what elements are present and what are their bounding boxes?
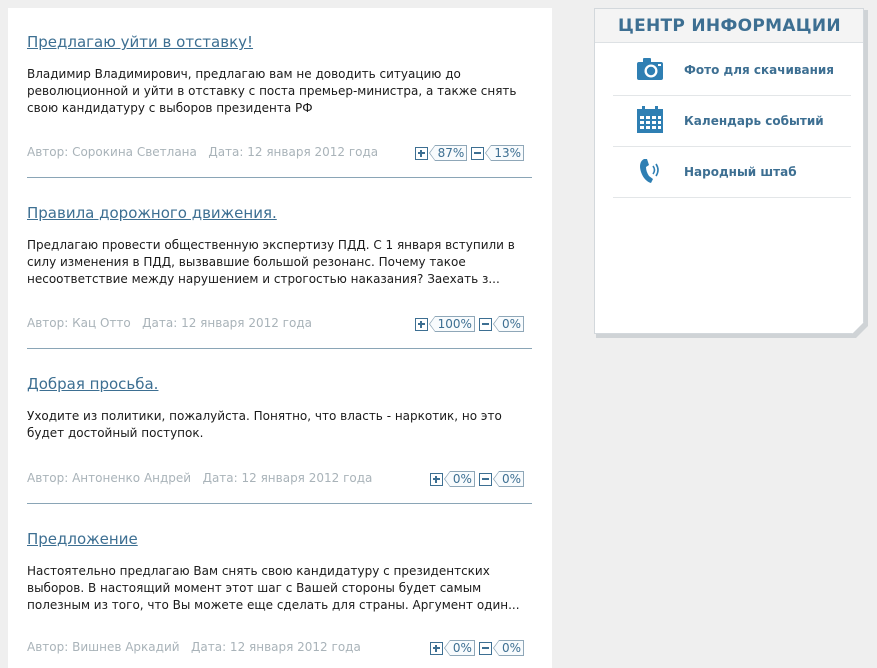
- vote-plus-button[interactable]: [414, 317, 428, 331]
- info-center-box: ЦЕНТР ИНФОРМАЦИИ Фото для скачивания Кал…: [594, 8, 864, 334]
- vote-plus-button[interactable]: [429, 472, 443, 486]
- post-date: Дата: 12 января 2012 года: [202, 471, 373, 485]
- vote-widget: 0% 0%: [429, 640, 528, 656]
- vote-minus-button[interactable]: [471, 146, 485, 160]
- info-item-label: Фото для скачивания: [684, 63, 834, 77]
- info-item-label: Календарь событий: [684, 114, 824, 128]
- info-center-panel: ЦЕНТР ИНФОРМАЦИИ Фото для скачивания Кал…: [594, 8, 866, 336]
- post-date: Дата: 12 января 2012 года: [191, 640, 361, 654]
- vote-minus-button[interactable]: [478, 641, 492, 655]
- post-meta: Автор: Сорокина Светлана Дата: 12 января…: [27, 145, 378, 159]
- vote-minus-button[interactable]: [478, 317, 492, 331]
- vote-plus-percent: 87%: [428, 145, 468, 161]
- proposals-feed: Предлагаю уйти в отставку! Владимир Влад…: [8, 8, 552, 668]
- post-date: Дата: 12 января 2012 года: [142, 316, 312, 330]
- post-author: Автор: Кац Отто: [27, 316, 131, 330]
- info-item-calendar[interactable]: Календарь событий: [613, 96, 851, 147]
- post-text: Настоятельно предлагаю Вам снять свою ка…: [27, 564, 520, 612]
- post-item: Добрая просьба. Уходите из политики, пож…: [27, 374, 532, 499]
- vote-plus-percent: 0%: [443, 640, 475, 656]
- post-title-link[interactable]: Правила дорожного движения.: [27, 204, 277, 222]
- post-author: Автор: Сорокина Светлана: [27, 145, 197, 159]
- phone-icon: [635, 156, 665, 186]
- post-item: Предлагаю уйти в отставку! Владимир Влад…: [27, 32, 532, 172]
- vote-plus-percent: 0%: [443, 471, 475, 487]
- post-meta: Автор: Вишнев Аркадий Дата: 12 января 20…: [27, 640, 361, 654]
- vote-plus-button[interactable]: [414, 146, 428, 160]
- vote-minus-percent: 0%: [492, 471, 524, 487]
- post-item: Предложение Настоятельно предлагаю Вам с…: [27, 529, 532, 668]
- camera-icon: [635, 54, 665, 84]
- post-meta: Автор: Антоненко Андрей Дата: 12 января …: [27, 471, 372, 485]
- post-meta: Автор: Кац Отто Дата: 12 января 2012 год…: [27, 316, 312, 330]
- info-item-label: Народный штаб: [684, 165, 797, 179]
- info-item-headquarters[interactable]: Народный штаб: [613, 147, 851, 198]
- vote-minus-percent: 13%: [485, 145, 524, 161]
- post-divider: [27, 348, 532, 349]
- vote-widget: 0% 0%: [429, 471, 528, 487]
- vote-widget: 100% 0%: [414, 316, 528, 332]
- post-title-link[interactable]: Предложение: [27, 530, 138, 548]
- post-item: Правила дорожного движения. Предлагаю пр…: [27, 203, 532, 343]
- vote-plus-button[interactable]: [429, 641, 443, 655]
- vote-minus-button[interactable]: [478, 472, 492, 486]
- post-title-link[interactable]: Предлагаю уйти в отставку!: [27, 33, 253, 51]
- info-item-photos[interactable]: Фото для скачивания: [613, 45, 851, 96]
- vote-minus-percent: 0%: [492, 640, 524, 656]
- calendar-icon: [635, 105, 665, 135]
- post-text: Предлагаю провести общественную эксперти…: [27, 238, 515, 286]
- post-date: Дата: 12 января 2012 года: [208, 145, 379, 159]
- vote-plus-percent: 100%: [428, 316, 475, 332]
- info-center-title: ЦЕНТР ИНФОРМАЦИИ: [595, 9, 863, 43]
- vote-widget: 87% 13%: [414, 145, 528, 161]
- post-author: Автор: Вишнев Аркадий: [27, 640, 180, 654]
- post-divider: [27, 177, 532, 178]
- post-text: Владимир Владимирович, предлагаю вам не …: [27, 67, 517, 115]
- post-text: Уходите из политики, пожалуйста. Понятно…: [27, 409, 502, 440]
- post-author: Автор: Антоненко Андрей: [27, 471, 192, 485]
- post-divider: [27, 503, 532, 504]
- vote-minus-percent: 0%: [492, 316, 524, 332]
- post-title-link[interactable]: Добрая просьба.: [27, 375, 158, 393]
